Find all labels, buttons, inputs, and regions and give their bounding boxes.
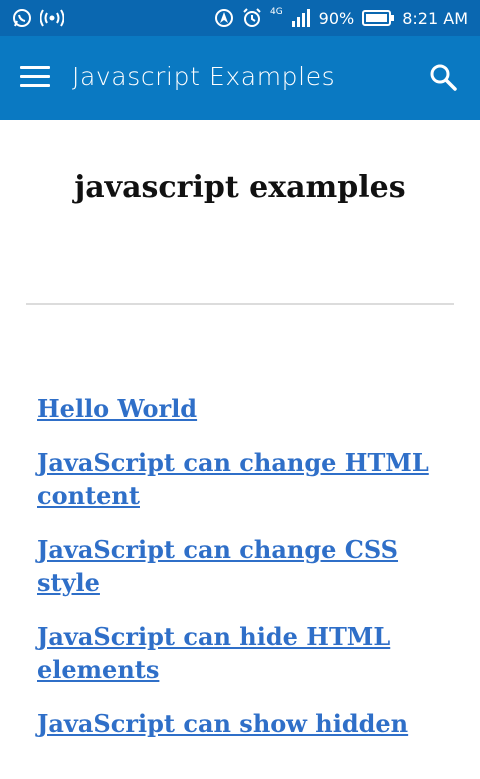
link-show-hidden[interactable]: JavaScript can show hidden xyxy=(37,709,408,738)
example-links-list: Hello World JavaScript can change HTML c… xyxy=(37,392,447,761)
status-right: 4G 90% 8:21 AM xyxy=(214,7,468,28)
clock: 8:21 AM xyxy=(402,8,468,28)
page-heading: javascript examples xyxy=(74,170,406,205)
battery-icon xyxy=(362,10,395,26)
hotspot-broadcast-icon xyxy=(40,9,64,27)
alarm-icon xyxy=(243,8,261,27)
search-icon xyxy=(430,64,457,91)
battery-percent: 90% xyxy=(318,8,355,28)
hamburger-icon-line xyxy=(20,75,50,78)
app-title: Javascript Examples xyxy=(72,62,336,91)
search-button[interactable] xyxy=(428,62,458,92)
link-change-css-style[interactable]: JavaScript can change CSS style xyxy=(37,535,398,597)
list-item: JavaScript can hide HTML elements xyxy=(37,620,447,686)
menu-button[interactable] xyxy=(20,66,50,88)
whatsapp-icon xyxy=(13,9,31,27)
location-icon xyxy=(214,9,233,27)
network-type-label: 4G xyxy=(269,7,283,17)
divider xyxy=(26,303,454,305)
link-hello-world[interactable]: Hello World xyxy=(37,394,197,423)
list-item: Hello World xyxy=(37,392,447,425)
link-change-html-content[interactable]: JavaScript can change HTML content xyxy=(37,448,429,510)
status-left xyxy=(12,8,64,28)
hamburger-icon-line xyxy=(20,66,50,69)
signal-icon xyxy=(291,9,310,27)
status-bar: 4G 90% 8:21 AM xyxy=(0,0,480,36)
list-item: JavaScript can change CSS style xyxy=(37,533,447,599)
link-hide-html-elements[interactable]: JavaScript can hide HTML elements xyxy=(37,622,390,684)
app-bar: Javascript Examples xyxy=(0,36,480,120)
hamburger-icon-line xyxy=(20,84,50,87)
list-item: JavaScript can change HTML content xyxy=(37,446,447,512)
list-item: JavaScript can show hidden xyxy=(37,707,447,740)
